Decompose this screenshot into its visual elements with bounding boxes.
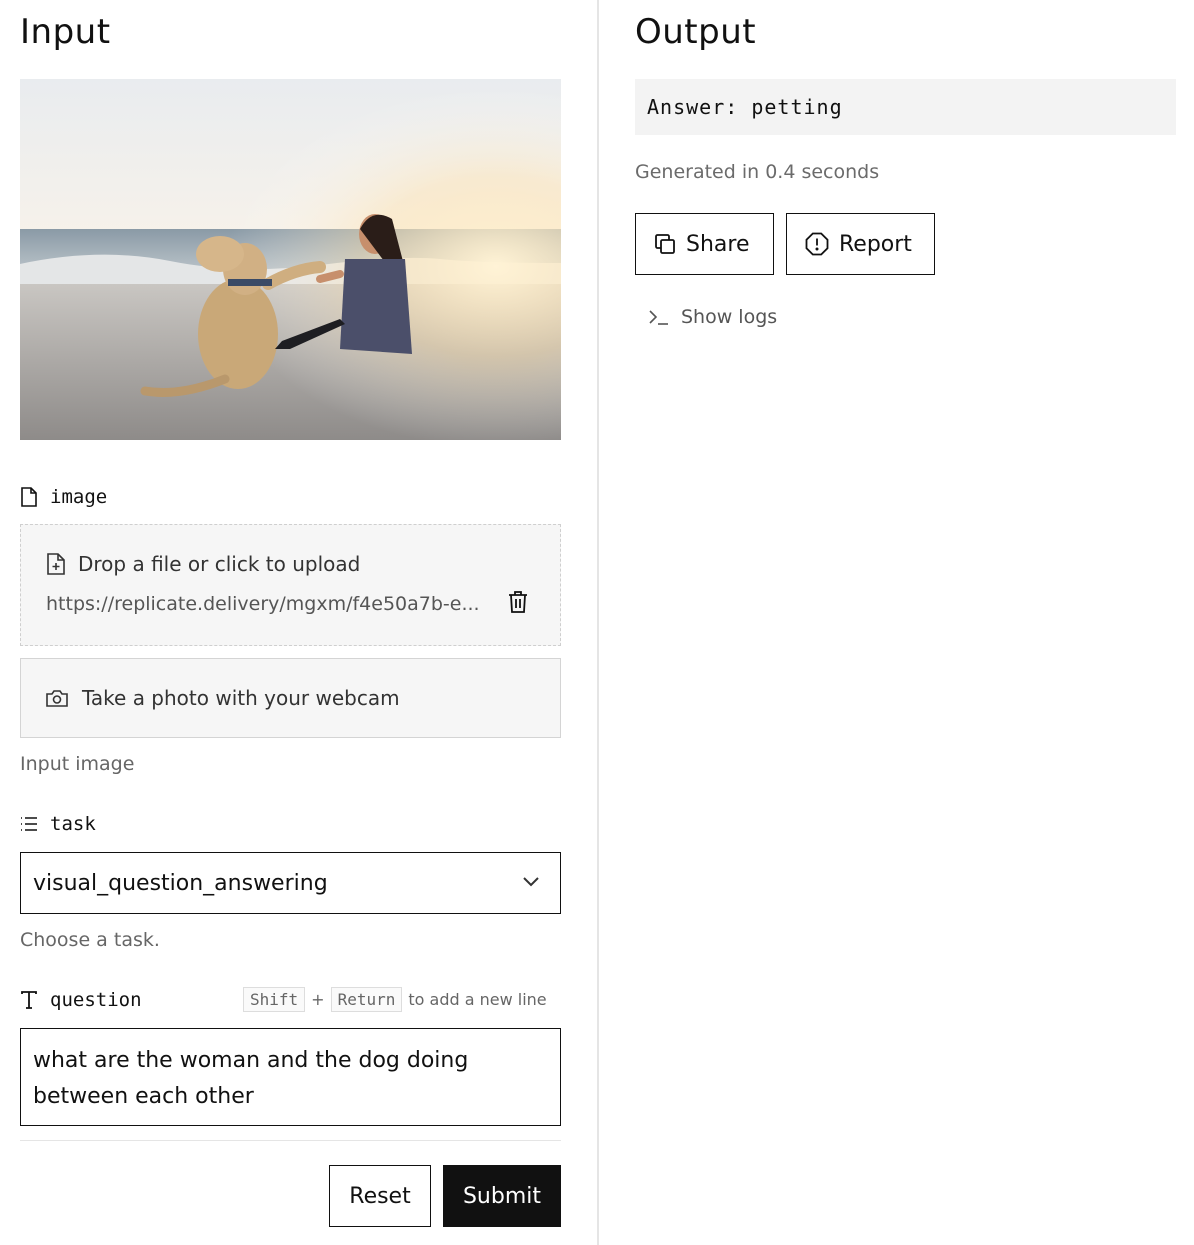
show-logs-toggle[interactable]: Show logs: [649, 306, 777, 328]
plus-sign: +: [311, 990, 325, 1009]
divider: [20, 1140, 561, 1141]
camera-icon: [46, 690, 68, 707]
task-label: task: [50, 813, 96, 835]
file-plus-icon: [47, 553, 65, 575]
list-icon: [21, 817, 37, 831]
trash-icon[interactable]: [507, 590, 529, 614]
report-button[interactable]: Report: [786, 213, 935, 275]
alert-octagon-icon: [805, 232, 829, 256]
input-panel: Input image Drop a file or click to uplo…: [20, 0, 561, 1245]
show-logs-label: Show logs: [681, 306, 778, 328]
generation-time: Generated in 0.4 seconds: [635, 161, 880, 183]
upload-button[interactable]: Drop a file or click to upload: [46, 552, 360, 576]
file-icon: [21, 487, 37, 507]
upload-text: Drop a file or click to upload: [78, 552, 361, 576]
input-title: Input: [20, 12, 111, 52]
share-label: Share: [686, 231, 750, 257]
question-field-label: question: [20, 989, 142, 1011]
copy-icon: [655, 234, 675, 254]
image-label: image: [50, 486, 108, 508]
report-label: Report: [839, 231, 912, 257]
answer-output: Answer: petting: [635, 79, 1176, 135]
task-select-value: visual_question_answering: [33, 870, 328, 896]
question-input[interactable]: what are the woman and the dog doing bet…: [20, 1028, 561, 1126]
webcam-text: Take a photo with your webcam: [82, 686, 400, 710]
shift-key: Shift: [243, 987, 306, 1012]
output-panel: Output Answer: petting Generated in 0.4 …: [635, 0, 1176, 1245]
task-hint: Choose a task.: [20, 929, 160, 951]
output-title: Output: [635, 12, 757, 52]
question-label: question: [50, 989, 142, 1011]
panel-divider: [597, 0, 599, 1245]
terminal-icon: [649, 310, 668, 325]
newline-hint: Shift + Return to add a new line: [243, 987, 547, 1012]
share-button[interactable]: Share: [635, 213, 774, 275]
chevron-down-icon: [523, 877, 539, 887]
return-key: Return: [330, 987, 403, 1012]
text-icon: [21, 991, 37, 1009]
task-field-label: task: [20, 813, 96, 835]
image-field-label: image: [20, 486, 107, 508]
newline-hint-text: to add a new line: [408, 990, 547, 1009]
file-url: https://replicate.delivery/mgxm/f4e50a7b…: [46, 593, 480, 615]
input-image-preview: [20, 79, 561, 440]
image-hint: Input image: [20, 753, 135, 775]
webcam-button[interactable]: Take a photo with your webcam: [20, 658, 561, 738]
task-select[interactable]: visual_question_answering: [20, 852, 561, 914]
reset-button[interactable]: Reset: [329, 1165, 431, 1227]
file-dropzone[interactable]: Drop a file or click to upload https://r…: [20, 524, 561, 646]
submit-button[interactable]: Submit: [443, 1165, 561, 1227]
